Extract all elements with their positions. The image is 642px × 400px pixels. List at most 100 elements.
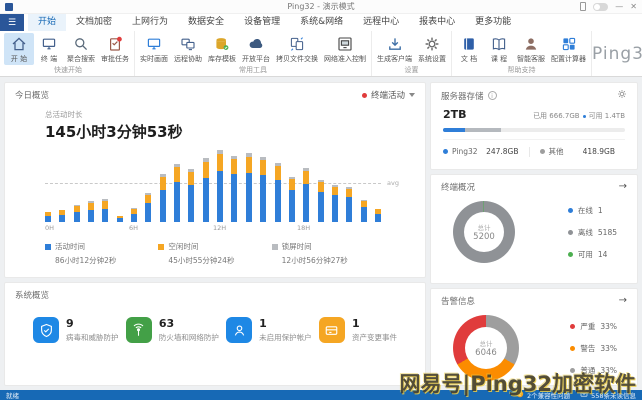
legend-item-普通: 普通33% — [570, 365, 617, 376]
ribbon-button-终端[interactable]: 终 端 — [34, 33, 64, 65]
chart-bar-hour-9 — [174, 164, 180, 222]
ribbon-button-实时画面[interactable]: 实时画面 — [137, 33, 171, 65]
ribbon-button-label: 文 档 — [457, 54, 481, 64]
legend-value: 33% — [600, 344, 617, 353]
info-icon[interactable]: i — [488, 91, 497, 100]
ribbon-button-label: 审批任务 — [101, 54, 129, 64]
menu-tab-上网行为[interactable]: 上网行为 — [122, 14, 178, 31]
storage-capacity: 2TB — [443, 108, 467, 121]
mode-toggle[interactable] — [593, 3, 608, 11]
book-icon — [457, 35, 481, 53]
donut-center-label: 总计 — [478, 222, 491, 232]
menu-tab-远程中心[interactable]: 远程中心 — [353, 14, 409, 31]
ribbon-group: 文 档课 程智能客服配置计算器帮助支持 — [452, 31, 592, 76]
menu-tab-开始[interactable]: 开始 — [28, 14, 66, 31]
ribbon-button-label: 网络准入控制 — [324, 54, 366, 64]
panel-title: 终端概况 — [441, 181, 475, 193]
storage-progress-bar — [443, 128, 625, 132]
stat-value: 1 — [352, 317, 397, 330]
ribbon-button-开始[interactable]: 开 始 — [4, 33, 34, 65]
legend-value: 1 — [598, 206, 603, 215]
legend-item-严重: 严重33% — [570, 321, 617, 332]
ribbon-button-配置计算器[interactable]: 配置计算器 — [548, 33, 589, 65]
minimize-button[interactable]: — — [615, 3, 623, 11]
title-bar: Ping32 - 演示模式 — ✕ — [0, 0, 642, 14]
ribbon-button-label: 实时画面 — [140, 54, 168, 64]
ribbon-button-网络准入控制[interactable]: 网络准入控制 — [321, 33, 369, 65]
legend-value: 86小时12分钟2秒 — [55, 255, 158, 266]
app-menu-button[interactable]: ☰ — [0, 14, 24, 31]
ribbon-button-文档[interactable]: 文 档 — [454, 33, 484, 65]
chart-bar-hour-10 — [188, 169, 194, 222]
ribbon-group: 实时画面远程协助库存模板开放平台拷贝文件交换网络准入控制常用工具 — [135, 31, 372, 76]
ribbon-button-开放平台[interactable]: 开放平台 — [239, 33, 273, 65]
mobile-phone-icon[interactable] — [580, 2, 586, 11]
menu-tab-系统&网络[interactable]: 系统&网络 — [290, 14, 353, 31]
breakdown-value: 418.9GB — [583, 147, 625, 156]
chart-bar-hour-16 — [275, 163, 281, 222]
avg-line-label: avg — [387, 179, 399, 187]
ribbon-button-label: 拷贝文件交换 — [276, 54, 318, 64]
terminals-detail-arrow-icon[interactable]: → — [619, 182, 627, 192]
dot-icon — [540, 149, 545, 154]
menu-tab-更多功能[interactable]: 更多功能 — [465, 14, 521, 31]
ribbon-group-label: 设置 — [374, 65, 449, 76]
legend-label: 严重 — [580, 321, 595, 332]
menu-tab-报表中心[interactable]: 报表中心 — [409, 14, 465, 31]
ribbon-button-库存模板[interactable]: 库存模板 — [205, 33, 239, 65]
stat-value: 1 — [259, 317, 312, 330]
chart-filter-dropdown[interactable]: 终端活动 — [362, 89, 415, 101]
legend-color-icon — [568, 252, 573, 257]
statusbar-item-2个兼容性问题[interactable]: 2个兼容性问题 — [516, 390, 570, 400]
legend-label: 可用 — [578, 249, 593, 260]
ribbon-button-拷贝文件交换[interactable]: 拷贝文件交换 — [273, 33, 321, 65]
gear-icon — [418, 35, 446, 53]
remote-icon — [174, 35, 202, 53]
chart-bar-hour-5 — [117, 216, 123, 222]
system-stat-未启用保护帐户[interactable]: 1未启用保护帐户 — [226, 317, 312, 343]
statusbar-item-558条未读信息[interactable]: 558条未读信息 — [580, 390, 636, 400]
legend-label: 离线 — [578, 227, 593, 238]
menu-tab-设备管理[interactable]: 设备管理 — [234, 14, 290, 31]
menu-tab-文档加密[interactable]: 文档加密 — [66, 14, 122, 31]
cloud-icon — [242, 35, 270, 53]
ribbon-button-label: 库存模板 — [208, 54, 236, 64]
ribbon-button-生成客户端[interactable]: 生成客户端 — [374, 33, 415, 65]
ribbon-group: 生成客户端系统设置设置 — [372, 31, 452, 76]
menu-tab-数据安全[interactable]: 数据安全 — [178, 14, 234, 31]
chart-bar-hour-4 — [102, 199, 108, 222]
ribbon-button-审批任务[interactable]: 审批任务 — [98, 33, 132, 65]
alert-shield-icon — [516, 390, 524, 400]
panel-today-overview: 今日概览 终端活动 总活动时长 145小时3分钟53秒 avg 0H6H12H1… — [4, 82, 426, 278]
close-button[interactable]: ✕ — [630, 3, 637, 11]
legend-color-icon — [570, 324, 575, 329]
stat-label: 防火墙和网络防护 — [159, 332, 219, 343]
panel-title: 服务器存储 — [441, 90, 484, 102]
ribbon-button-智能客服[interactable]: 智能客服 — [514, 33, 548, 65]
ribbon-button-远程协助[interactable]: 远程协助 — [171, 33, 205, 65]
chart-bar-hour-23 — [375, 209, 381, 222]
ribbon-button-聚合搜索[interactable]: 聚合搜索 — [64, 33, 98, 65]
legend-value: 33% — [600, 366, 617, 375]
storage-settings-gear-icon[interactable] — [617, 89, 627, 102]
total-duration-value: 145小时3分钟53秒 — [45, 121, 425, 142]
ribbon-group-label: 常用工具 — [137, 65, 369, 76]
system-stat-资产变更事件[interactable]: 1资产变更事件 — [319, 317, 397, 343]
filter-dot-icon — [362, 93, 367, 98]
alerts-detail-arrow-icon[interactable]: → — [619, 296, 627, 306]
monitor-icon — [37, 35, 61, 53]
panel-title: 系统概览 — [15, 289, 49, 301]
ribbon-button-课程[interactable]: 课 程 — [484, 33, 514, 65]
ribbon-button-label: 聚合搜索 — [67, 54, 95, 64]
account-icon — [226, 317, 252, 343]
legend-color-icon — [158, 244, 164, 250]
panel-title: 告警信息 — [441, 295, 475, 307]
menu-bar: ☰ 开始文档加密上网行为数据安全设备管理系统&网络远程中心报表中心更多功能 — [0, 14, 642, 31]
ribbon-button-label: 智能客服 — [517, 54, 545, 64]
x-tick-18H: 18H — [297, 224, 310, 232]
ribbon-button-系统设置[interactable]: 系统设置 — [415, 33, 449, 65]
system-stat-病毒和威胁防护[interactable]: 9病毒和威胁防护 — [33, 317, 119, 343]
activity-bar-chart: avg — [45, 148, 381, 222]
ribbon-button-label: 配置计算器 — [551, 54, 586, 64]
system-stat-防火墙和网络防护[interactable]: 63防火墙和网络防护 — [126, 317, 219, 343]
